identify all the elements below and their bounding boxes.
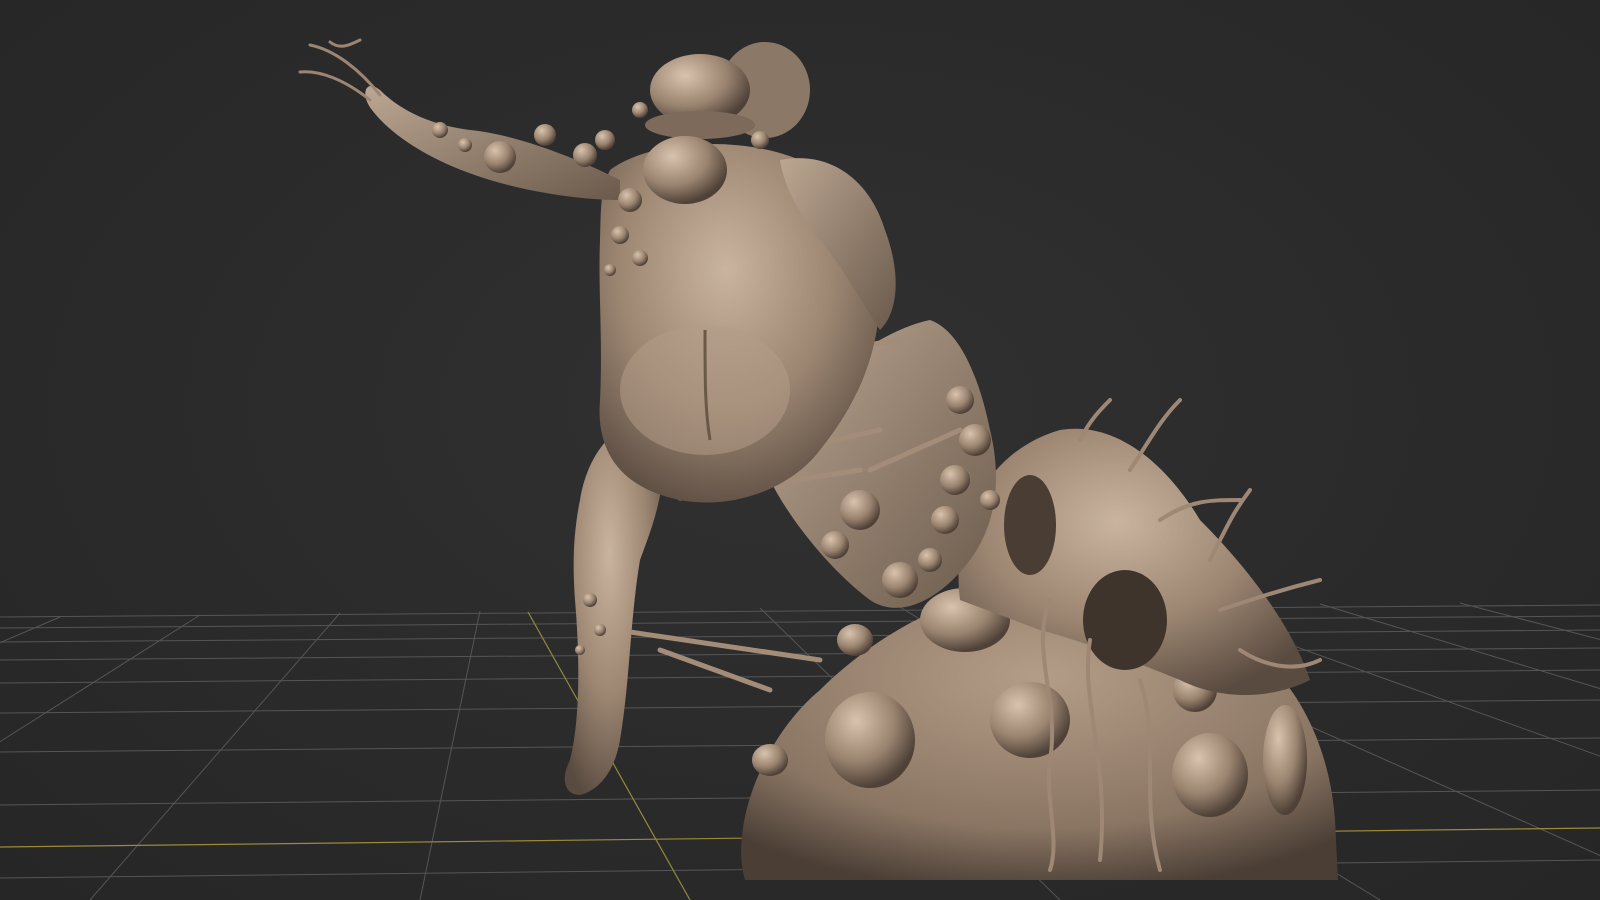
viewport-canvas[interactable] [0, 0, 1600, 900]
3d-viewport[interactable] [0, 0, 1600, 900]
maw-opening-upper [1004, 475, 1056, 575]
maw-opening [1083, 570, 1167, 670]
neck-ring [645, 111, 755, 139]
sculpt-model[interactable] [298, 38, 1338, 880]
back-bubble [643, 136, 727, 204]
